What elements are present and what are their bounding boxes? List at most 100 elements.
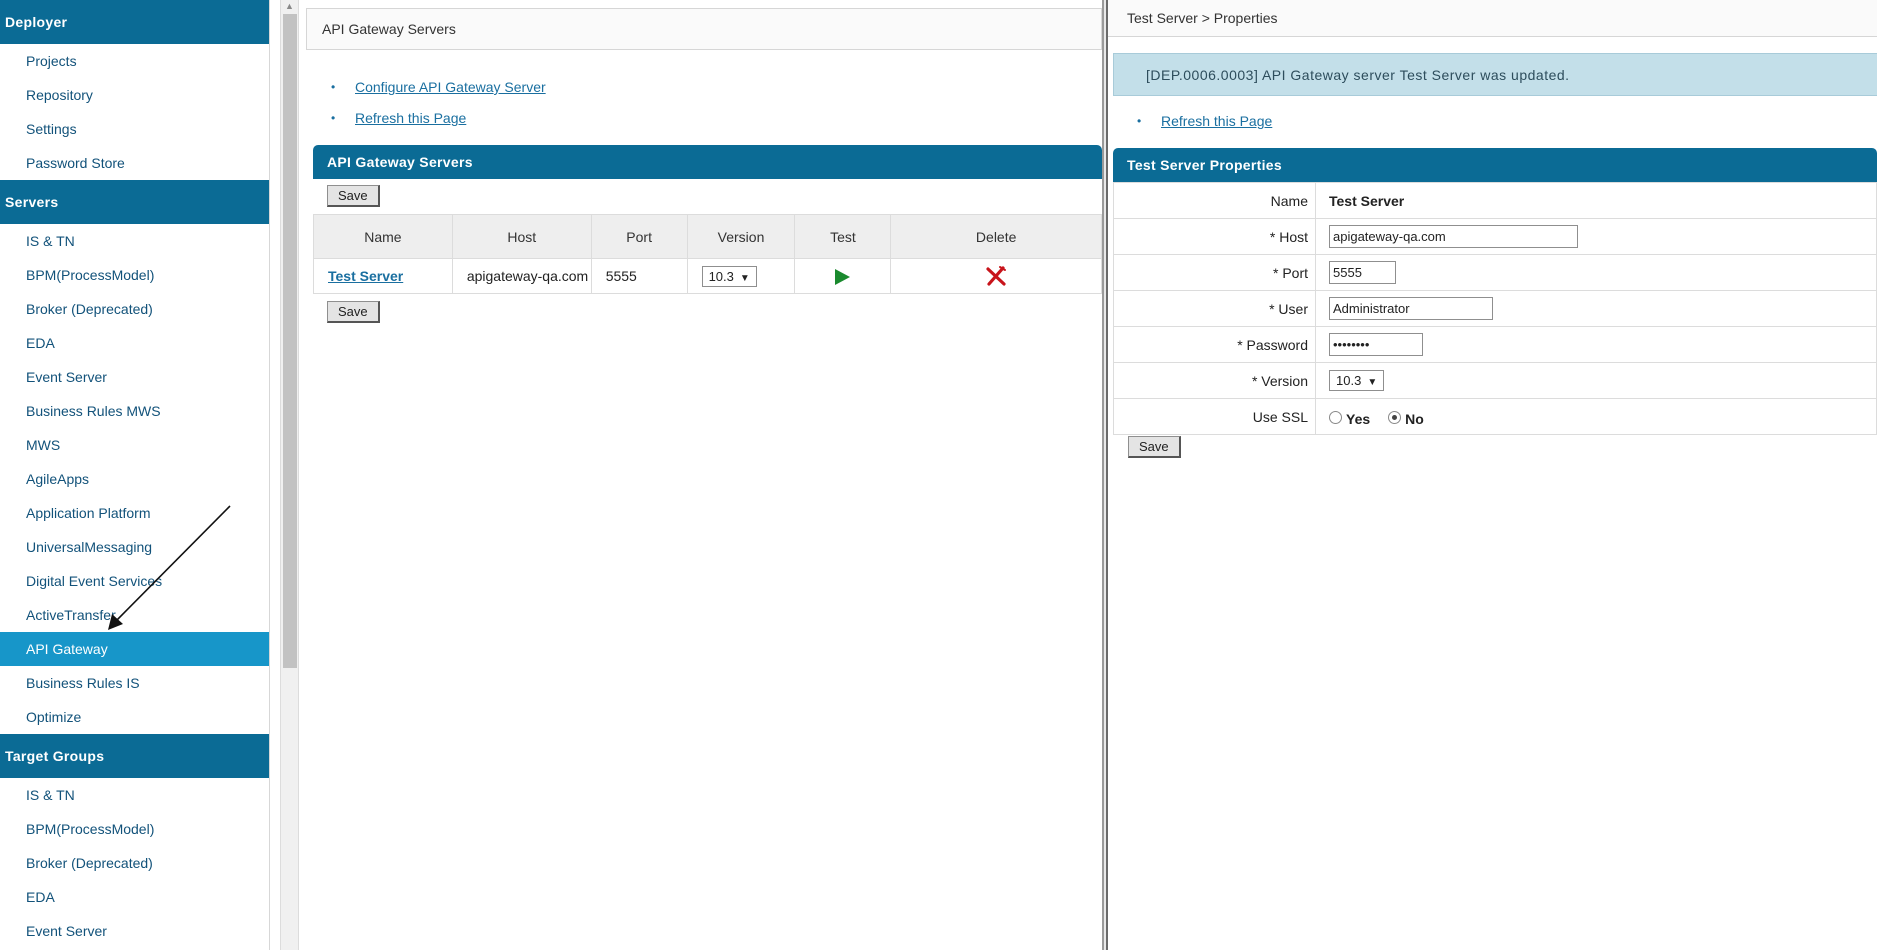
nav-section-header[interactable]: Target Groups [0,734,269,778]
host-input[interactable] [1329,225,1578,248]
server-name-link[interactable]: Test Server [328,268,403,284]
refresh-page-link[interactable]: Refresh this Page [1161,113,1272,129]
sidebar-item-digital-event-services[interactable]: Digital Event Services [0,564,269,598]
bullet-icon: • [331,80,336,94]
version-select[interactable]: 10.3 ▼ [701,265,757,287]
port-input[interactable] [1329,261,1396,284]
name-value: Test Server [1329,192,1405,209]
use-ssl-label: Use SSL [1113,398,1316,435]
servers-table: Name Host Port Version Test Delete Test … [313,214,1102,294]
sidebar-item-eda[interactable]: EDA [0,326,269,360]
sidebar-item-mws[interactable]: MWS [0,428,269,462]
column-header-delete: Delete [890,214,1102,259]
nav-section-header[interactable]: Deployer [0,0,269,44]
sidebar-item-projects[interactable]: Projects [0,44,269,78]
save-button[interactable]: Save [327,185,380,207]
sidebar-item-bpm-processmodel[interactable]: BPM(ProcessModel) [0,812,269,846]
column-header-port: Port [590,214,688,259]
column-header-name: Name [313,214,453,259]
column-header-version: Version [686,214,796,259]
property-row: * Port [1113,254,1877,291]
action-links: • Configure API Gateway Server • Refresh… [331,72,546,134]
sidebar-item-eda[interactable]: EDA [0,880,269,914]
server-version-cell: 10.3 ▼ [686,258,796,294]
ssl-no-radio[interactable] [1388,410,1402,424]
panel-title: API Gateway Servers [313,145,1102,179]
sidebar-item-broker-deprecated[interactable]: Broker (Deprecated) [0,292,269,326]
version-select-value: 10.3 [1336,373,1362,388]
name-label: Name [1113,182,1316,219]
property-row: * User [1113,290,1877,327]
ssl-yes-radio[interactable] [1329,410,1342,424]
scroll-up-arrow-icon[interactable]: ▲ [281,0,298,14]
sidebar-item-broker-deprecated[interactable]: Broker (Deprecated) [0,846,269,880]
server-name-cell: Test Server [313,258,453,294]
sidebar-item-is-tn[interactable]: IS & TN [0,224,269,258]
sidebar-item-application-platform[interactable]: Application Platform [0,496,269,530]
sidebar-item-repository[interactable]: Repository [0,78,269,112]
name-value-cell: Test Server [1315,182,1877,219]
version-value-cell: 10.3 ▼ [1315,362,1877,399]
user-input[interactable] [1329,297,1493,320]
property-row: * Host [1113,218,1877,255]
sidebar-item-business-rules-is[interactable]: Business Rules IS [0,666,269,700]
play-icon[interactable] [835,268,851,285]
property-row: * Version 10.3 ▼ [1113,362,1877,399]
server-properties-panel: Test Server > Properties [DEP.0006.0003]… [1108,0,1877,950]
sidebar-item-event-server[interactable]: Event Server [0,360,269,394]
server-port-cell: 5555 [590,258,688,294]
action-link-item: • Configure API Gateway Server [331,72,546,103]
port-label: * Port [1113,254,1316,291]
sidebar-item-activetransfer[interactable]: ActiveTransfer [0,598,269,632]
chevron-down-icon: ▼ [739,272,750,284]
property-row: Use SSL Yes No [1113,398,1877,435]
nav-scrollbar[interactable]: ▲ [280,0,299,950]
sidebar-item-is-tn[interactable]: IS & TN [0,778,269,812]
server-delete-cell [890,258,1102,294]
servers-list-panel: API Gateway Servers • Configure API Gate… [300,0,1102,950]
server-test-cell [794,258,892,294]
sidebar-item-bpm-processmodel[interactable]: BPM(ProcessModel) [0,258,269,292]
table-row: Test Server apigateway-qa.com 5555 10.3 ▼ [313,258,1102,294]
save-properties-button[interactable]: Save [1128,436,1181,458]
user-label: * User [1113,290,1316,327]
sidebar-item-settings[interactable]: Settings [0,112,269,146]
left-navigation: Deployer Projects Repository Settings Passwo… [0,0,270,950]
ssl-yes-label: Yes [1346,411,1371,428]
refresh-page-link[interactable]: Refresh this Page [355,110,466,126]
password-value-cell [1315,326,1877,363]
breadcrumb: Test Server > Properties [1108,0,1877,37]
sidebar-item-business-rules-mws[interactable]: Business Rules MWS [0,394,269,428]
breadcrumb: API Gateway Servers [306,8,1102,50]
nav-section-header[interactable]: Servers [0,180,269,224]
property-row: * Password [1113,326,1877,363]
column-header-test: Test [794,214,892,259]
table-header-row: Name Host Port Version Test Delete [313,214,1102,259]
sidebar-item-password-store[interactable]: Password Store [0,146,269,180]
user-value-cell [1315,290,1877,327]
action-links: • Refresh this Page [1137,106,1272,137]
ssl-no-label: No [1405,411,1424,428]
bullet-icon: • [331,111,336,125]
scroll-thumb[interactable] [283,14,297,668]
bullet-icon: • [1137,114,1142,128]
host-label: * Host [1113,218,1316,255]
configure-server-link[interactable]: Configure API Gateway Server [355,79,546,95]
sidebar-item-optimize[interactable]: Optimize [0,700,269,734]
version-select-value: 10.3 [708,268,734,284]
sidebar-item-agileapps[interactable]: AgileApps [0,462,269,496]
password-input[interactable] [1329,333,1423,356]
panel-title: Test Server Properties [1113,148,1877,182]
action-link-item: • Refresh this Page [1137,106,1272,137]
property-row: Name Test Server [1113,182,1877,219]
status-message: [DEP.0006.0003] API Gateway server Test … [1113,53,1877,96]
version-label: * Version [1113,362,1316,399]
sidebar-item-universalmessaging[interactable]: UniversalMessaging [0,530,269,564]
save-button-bottom[interactable]: Save [327,301,380,323]
sidebar-item-event-server[interactable]: Event Server [0,914,269,948]
version-select[interactable]: 10.3 ▼ [1329,370,1385,391]
delete-x-icon[interactable] [985,265,1007,287]
password-label: * Password [1113,326,1316,363]
sidebar-item-api-gateway[interactable]: API Gateway [0,632,269,666]
server-host-cell: apigateway-qa.com [451,258,592,294]
